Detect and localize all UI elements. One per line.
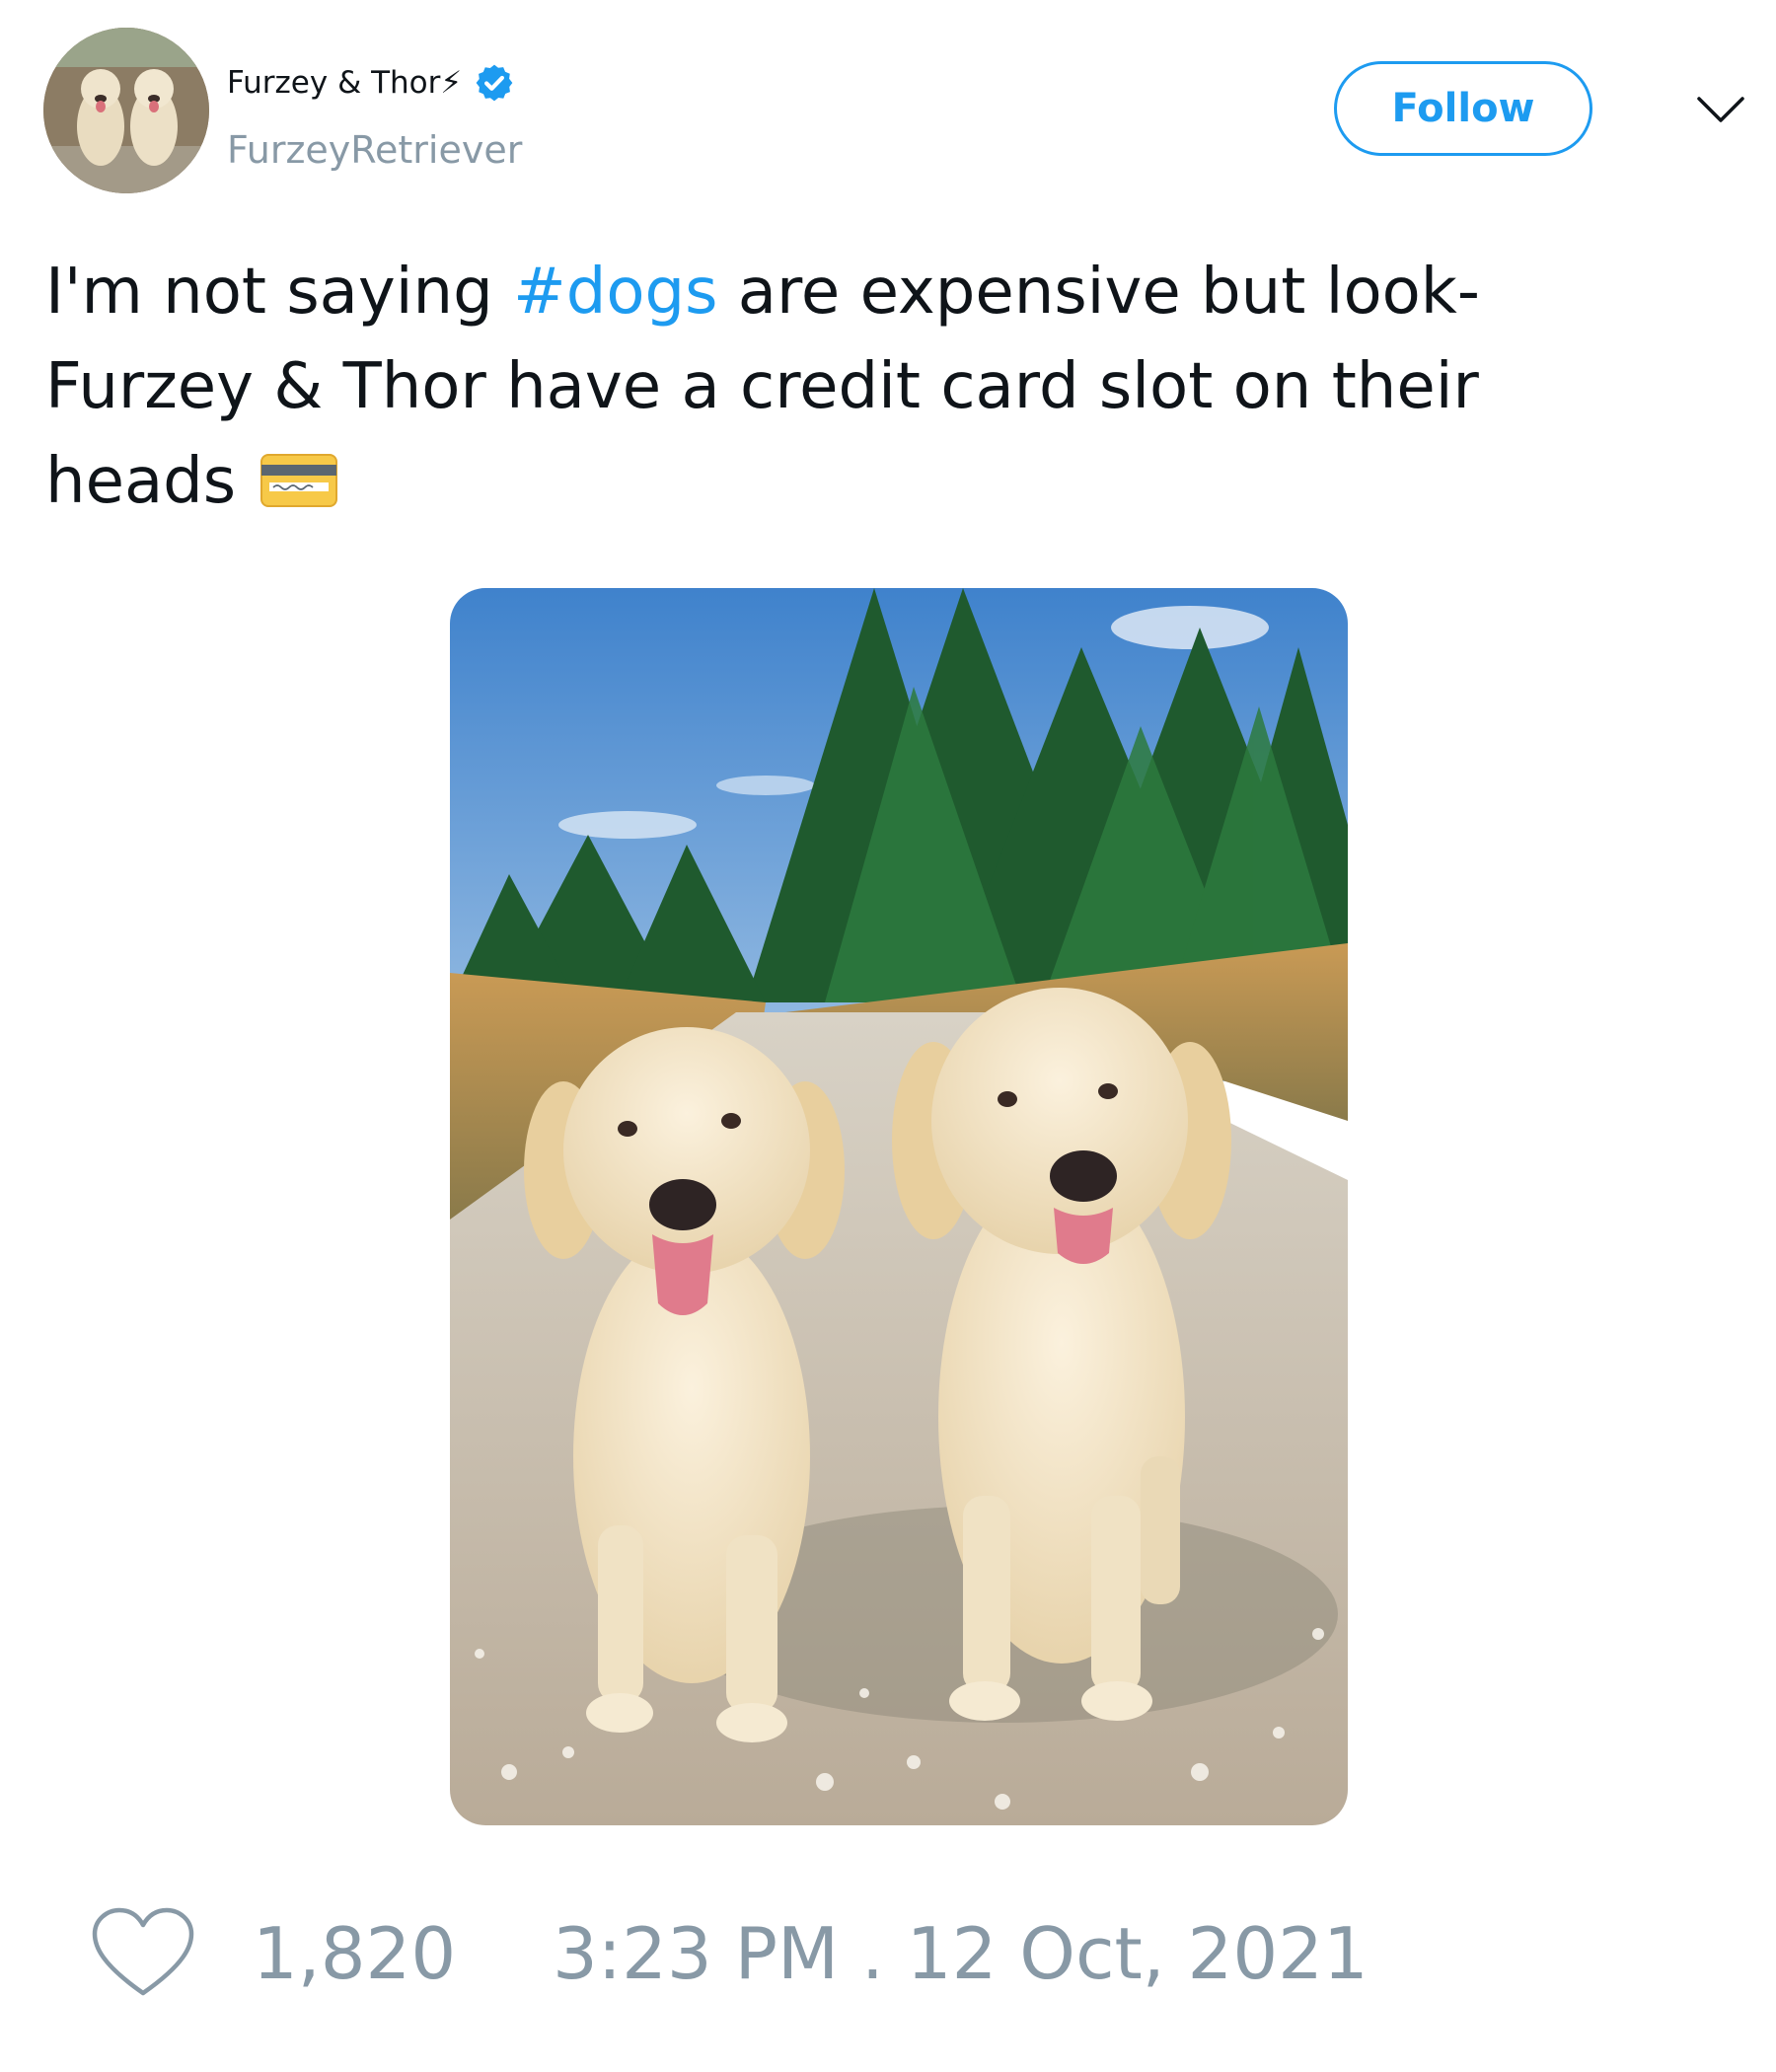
- like-count: 1,820: [253, 1912, 457, 1995]
- verified-badge-icon: [476, 64, 513, 102]
- avatar-image: [43, 28, 209, 193]
- tweet-text-segment: are expensive but look-: [717, 256, 1480, 329]
- author-display-name[interactable]: Furzey & Thor⚡: [227, 65, 462, 101]
- dogs-photo-illustration: [450, 588, 1348, 1825]
- follow-button[interactable]: Follow: [1334, 61, 1592, 156]
- tweet-card: Furzey & Thor⚡ FurzeyRetriever Follow I'…: [0, 0, 1776, 2072]
- author-handle[interactable]: FurzeyRetriever: [227, 128, 522, 172]
- credit-card-icon: [260, 454, 338, 507]
- author-name-row[interactable]: Furzey & Thor⚡: [227, 61, 515, 105]
- hashtag-link[interactable]: #dogs: [513, 256, 717, 329]
- heart-icon[interactable]: [91, 1906, 195, 2001]
- tweet-text-line-3: heads: [45, 434, 1683, 529]
- tweet-text-segment: I'm not saying: [45, 256, 514, 329]
- tweet-photo[interactable]: [450, 588, 1348, 1825]
- tweet-text-line-2: Furzey & Thor have a credit card slot on…: [45, 350, 1479, 423]
- tweet-text: I'm not saying #dogs are expensive but l…: [45, 245, 1683, 529]
- tweet-text-segment: heads: [45, 445, 237, 518]
- avatar[interactable]: [43, 28, 209, 193]
- tweet-text-line-1: I'm not saying #dogs are expensive but l…: [45, 245, 1683, 339]
- tweet-timestamp[interactable]: 3:23 PM . 12 Oct, 2021: [553, 1910, 1369, 1997]
- chevron-down-icon[interactable]: [1695, 91, 1746, 130]
